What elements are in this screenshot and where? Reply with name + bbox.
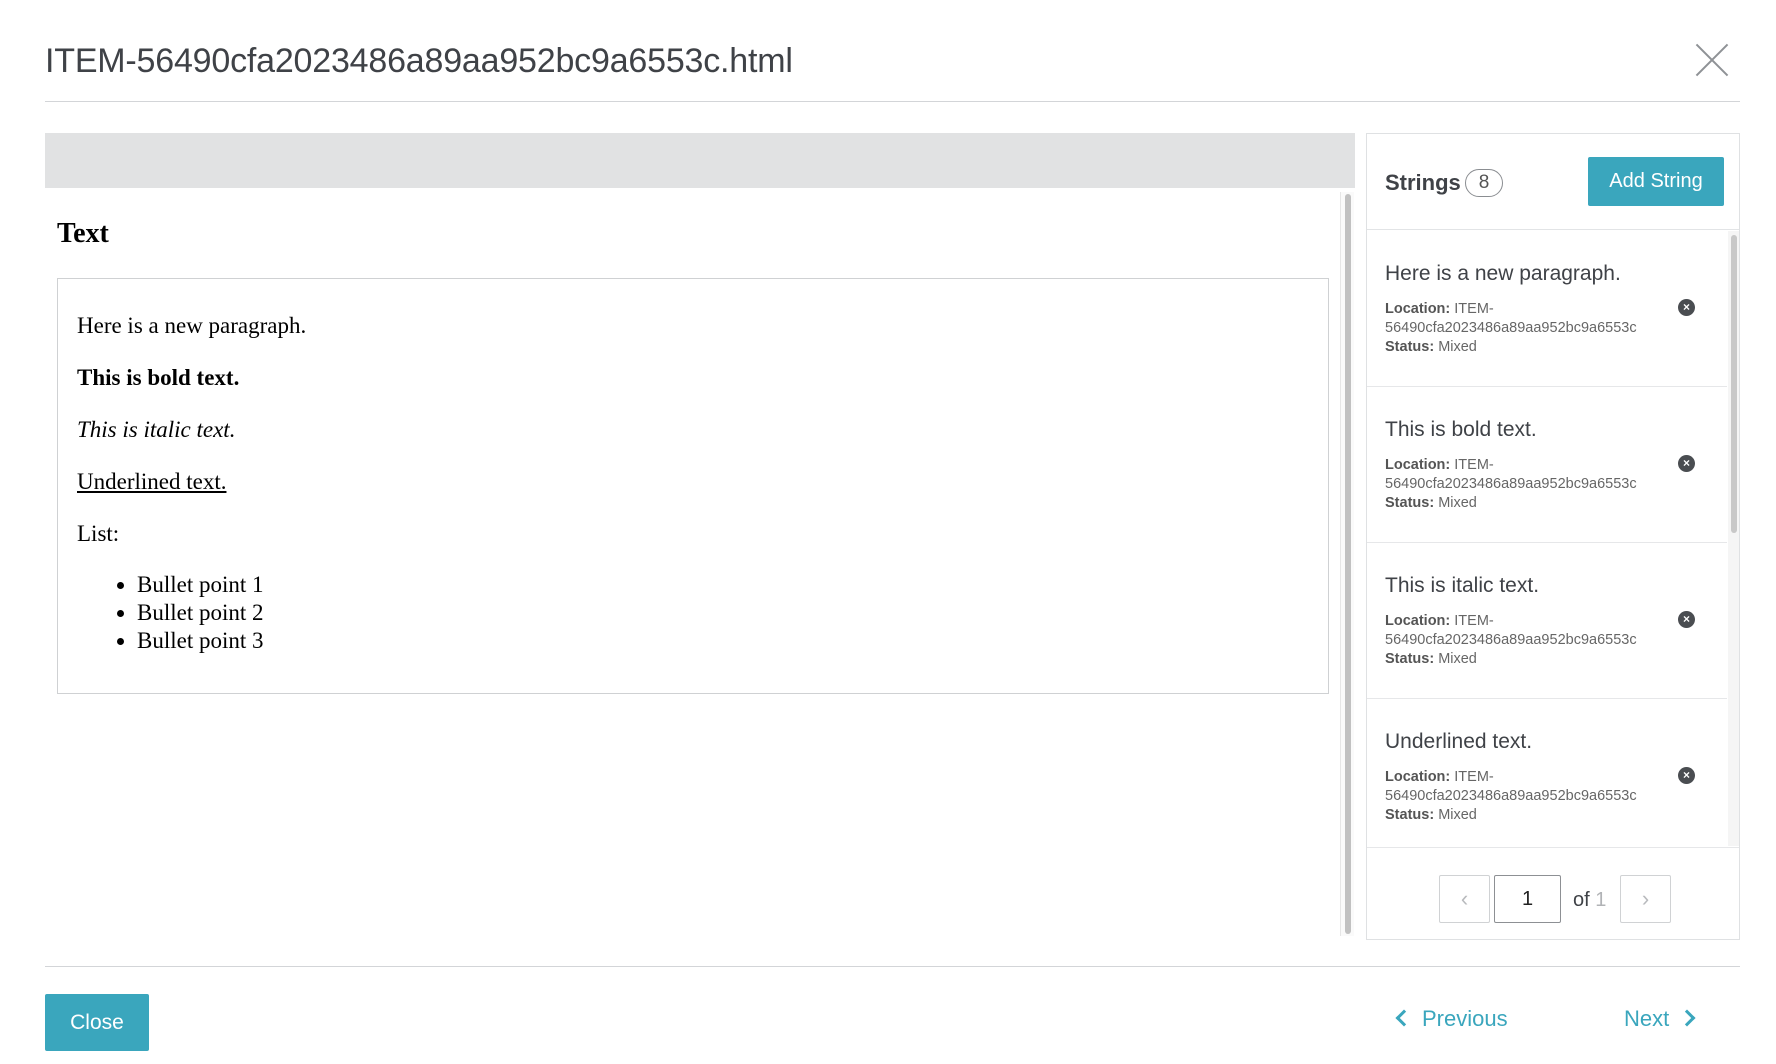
status-value: Mixed xyxy=(1438,807,1477,823)
string-text: Here is a new paragraph. xyxy=(1385,262,1621,285)
status-value: Mixed xyxy=(1438,339,1477,355)
footer-divider xyxy=(45,966,1740,967)
strings-header: Strings 8 Add String xyxy=(1367,134,1739,230)
string-item[interactable]: Here is a new paragraph. Location: ITEM-… xyxy=(1367,231,1727,387)
of-text: of xyxy=(1573,889,1590,911)
string-meta: Location: ITEM-56490cfa2023486a89aa952bc… xyxy=(1385,300,1665,357)
close-button[interactable]: Close xyxy=(45,994,149,1051)
status-value: Mixed xyxy=(1438,495,1477,511)
location-label: Location: xyxy=(1385,301,1451,317)
preview-scrollbar[interactable] xyxy=(1340,192,1354,936)
status-label: Status: xyxy=(1385,651,1435,667)
pager-prev-button[interactable]: ‹ xyxy=(1439,875,1490,923)
strings-scrollbar-thumb[interactable] xyxy=(1731,235,1737,533)
page-total: 1 xyxy=(1595,889,1607,911)
strings-list: Here is a new paragraph. Location: ITEM-… xyxy=(1367,231,1727,846)
add-string-button[interactable]: Add String xyxy=(1588,157,1724,206)
strings-pager: ‹ of 1 › xyxy=(1367,847,1739,939)
previous-link[interactable]: Previous xyxy=(1395,1006,1508,1032)
page-of-label: of 1 xyxy=(1573,889,1606,912)
status-label: Status: xyxy=(1385,495,1435,511)
chevron-left-icon xyxy=(1395,1009,1413,1027)
chevron-right-icon: › xyxy=(1641,886,1650,911)
strings-count-badge: 8 xyxy=(1465,169,1503,197)
bullet-item: Bullet point 1 xyxy=(137,571,1328,599)
strings-scrollbar[interactable] xyxy=(1728,231,1739,846)
string-meta: Location: ITEM-56490cfa2023486a89aa952bc… xyxy=(1385,612,1665,669)
string-text: Underlined text. xyxy=(1385,730,1533,753)
status-label: Status: xyxy=(1385,339,1435,355)
preview-bold-text: This is bold text. xyxy=(77,365,240,390)
preview-italic-text: This is italic text. xyxy=(77,417,236,442)
chevron-right-icon xyxy=(1678,1009,1696,1027)
modal-title: ITEM-56490cfa2023486a89aa952bc9a6553c.ht… xyxy=(45,42,793,80)
string-meta: Location: ITEM-56490cfa2023486a89aa952bc… xyxy=(1385,768,1665,825)
next-label: Next xyxy=(1624,1006,1670,1031)
string-item[interactable]: This is bold text. Location: ITEM-56490c… xyxy=(1367,387,1727,543)
preview-list-label: List: xyxy=(77,521,120,546)
previous-label: Previous xyxy=(1422,1006,1508,1031)
string-item[interactable]: Underlined text. Location: ITEM-56490cfa… xyxy=(1367,699,1727,846)
string-text: This is italic text. xyxy=(1385,574,1540,597)
preview-bullet-list: Bullet point 1 Bullet point 2 Bullet poi… xyxy=(77,571,1328,655)
status-label: Status: xyxy=(1385,807,1435,823)
pager-next-button[interactable]: › xyxy=(1620,875,1671,923)
string-text: This is bold text. xyxy=(1385,418,1537,441)
close-icon[interactable] xyxy=(1694,42,1730,78)
next-link[interactable]: Next xyxy=(1624,1006,1696,1032)
string-item[interactable]: This is italic text. Location: ITEM-5649… xyxy=(1367,543,1727,699)
strings-panel: Strings 8 Add String Here is a new parag… xyxy=(1366,133,1740,940)
chevron-left-icon: ‹ xyxy=(1460,886,1469,911)
preview-paragraph: Here is a new paragraph. xyxy=(77,313,307,338)
location-label: Location: xyxy=(1385,457,1451,473)
remove-circle-icon[interactable]: × xyxy=(1678,299,1695,316)
preview-toolbar xyxy=(45,133,1355,188)
modal-header: ITEM-56490cfa2023486a89aa952bc9a6553c.ht… xyxy=(45,0,1740,102)
remove-circle-icon[interactable]: × xyxy=(1678,611,1695,628)
preview-scrollbar-thumb[interactable] xyxy=(1345,194,1351,934)
preview-pane: Text Here is a new paragraph. This is bo… xyxy=(45,188,1355,940)
location-label: Location: xyxy=(1385,769,1451,785)
location-label: Location: xyxy=(1385,613,1451,629)
bullet-item: Bullet point 3 xyxy=(137,627,1328,655)
preview-underlined-text: Underlined text. xyxy=(77,469,227,494)
string-meta: Location: ITEM-56490cfa2023486a89aa952bc… xyxy=(1385,456,1665,513)
status-value: Mixed xyxy=(1438,651,1477,667)
page-number-input[interactable] xyxy=(1494,875,1561,923)
remove-circle-icon[interactable]: × xyxy=(1678,455,1695,472)
preview-heading: Text xyxy=(57,218,109,249)
remove-circle-icon[interactable]: × xyxy=(1678,767,1695,784)
strings-title: Strings xyxy=(1385,170,1461,195)
preview-content-box: Here is a new paragraph. This is bold te… xyxy=(57,278,1329,694)
bullet-item: Bullet point 2 xyxy=(137,599,1328,627)
